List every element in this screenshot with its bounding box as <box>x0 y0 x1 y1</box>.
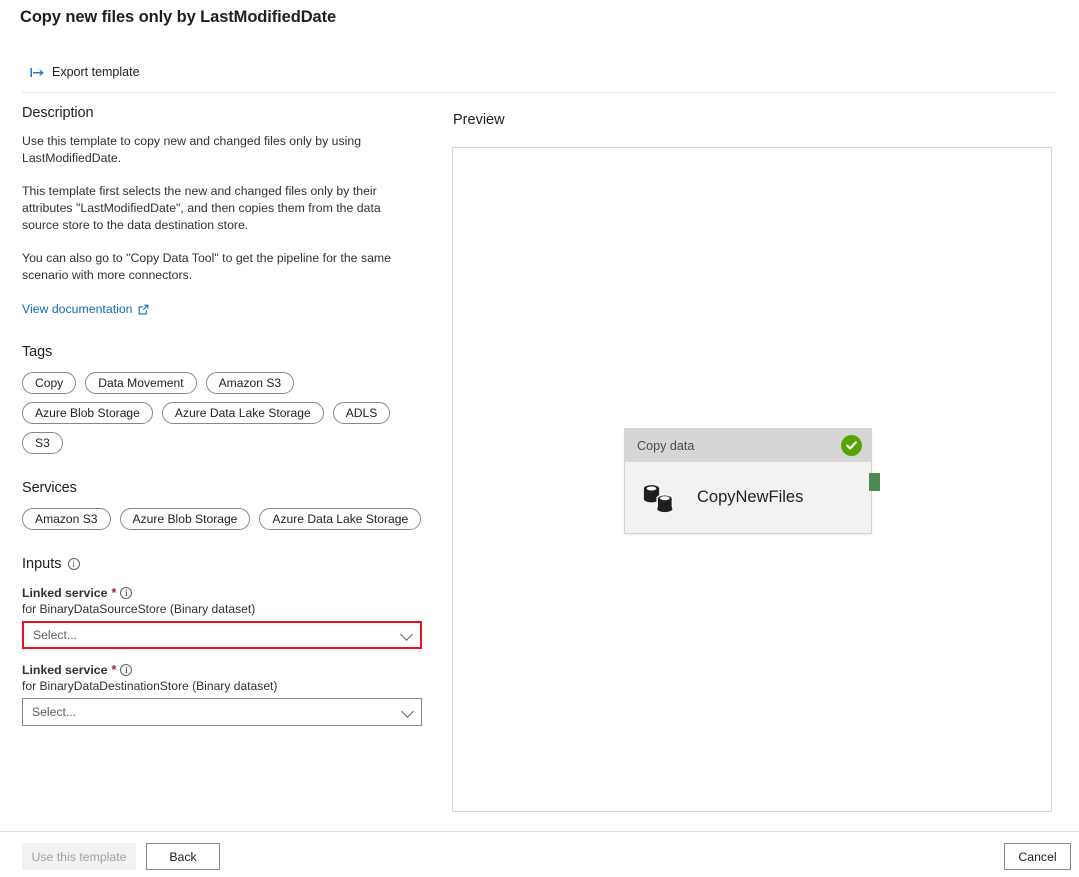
description-paragraph-3: You can also go to "Copy Data Tool" to g… <box>22 250 412 284</box>
check-circle-icon <box>841 435 862 456</box>
description-paragraph-2: This template first selects the new and … <box>22 183 412 234</box>
export-arrow-icon <box>30 66 45 79</box>
inputs-heading-label: Inputs <box>22 556 62 572</box>
tag-pill: Copy <box>22 372 76 394</box>
services-heading: Services <box>22 480 432 496</box>
pipeline-activity-node[interactable]: Copy data <box>624 428 872 534</box>
description-paragraph-1: Use this template to copy new and change… <box>22 133 412 167</box>
service-pill: Azure Data Lake Storage <box>259 508 421 530</box>
page-title: Copy new files only by LastModifiedDate <box>20 8 336 27</box>
back-button[interactable]: Back <box>146 843 220 870</box>
linked-service-destination-field: Linked service * i for BinaryDataDestina… <box>22 663 432 726</box>
tags-list: Copy Data Movement Amazon S3 Azure Blob … <box>22 372 426 454</box>
use-this-template-button: Use this template <box>22 843 136 870</box>
external-link-icon <box>138 304 149 315</box>
linked-service-destination-label: Linked service * i <box>22 663 432 677</box>
service-pill: Azure Blob Storage <box>120 508 251 530</box>
details-panel: Description Use this template to copy ne… <box>22 105 432 740</box>
view-documentation-label: View documentation <box>22 302 133 316</box>
tag-pill: Azure Data Lake Storage <box>162 402 324 424</box>
command-bar: Export template <box>0 56 1079 92</box>
tag-pill: ADLS <box>333 402 391 424</box>
chevron-down-icon <box>400 628 413 641</box>
export-template-label: Export template <box>52 65 140 79</box>
tag-pill: Amazon S3 <box>206 372 295 394</box>
inputs-heading: Inputs i <box>22 556 432 572</box>
linked-service-destination-sublabel: for BinaryDataDestinationStore (Binary d… <box>22 679 432 693</box>
info-icon[interactable]: i <box>120 664 132 676</box>
cancel-button[interactable]: Cancel <box>1004 843 1071 870</box>
info-icon[interactable]: i <box>120 587 132 599</box>
required-marker: * <box>111 586 116 600</box>
linked-service-destination-dropdown[interactable]: Select... <box>22 698 422 726</box>
tag-pill: Data Movement <box>85 372 196 394</box>
linked-service-destination-label-text: Linked service <box>22 663 107 677</box>
linked-service-source-sublabel: for BinaryDataSourceStore (Binary datase… <box>22 602 432 616</box>
activity-output-port[interactable] <box>869 473 880 491</box>
preview-heading: Preview <box>453 112 505 128</box>
description-heading: Description <box>22 105 432 121</box>
required-marker: * <box>111 663 116 677</box>
info-icon[interactable]: i <box>68 558 80 570</box>
chevron-down-icon <box>401 705 414 718</box>
linked-service-source-label-text: Linked service <box>22 586 107 600</box>
copy-data-database-icon <box>642 483 676 513</box>
preview-canvas[interactable]: Copy data <box>452 147 1052 812</box>
services-list: Amazon S3 Azure Blob Storage Azure Data … <box>22 508 426 530</box>
export-template-button[interactable]: Export template <box>24 56 146 88</box>
tag-pill: S3 <box>22 432 63 454</box>
activity-type-label: Copy data <box>637 439 694 453</box>
tag-pill: Azure Blob Storage <box>22 402 153 424</box>
activity-name-label: CopyNewFiles <box>697 488 803 507</box>
linked-service-source-value: Select... <box>33 628 77 642</box>
tags-heading: Tags <box>22 344 432 360</box>
activity-node-body: CopyNewFiles <box>625 462 871 533</box>
linked-service-destination-value: Select... <box>32 705 76 719</box>
service-pill: Amazon S3 <box>22 508 111 530</box>
view-documentation-link[interactable]: View documentation <box>22 302 149 316</box>
linked-service-source-field: Linked service * i for BinaryDataSourceS… <box>22 586 432 649</box>
linked-service-source-dropdown[interactable]: Select... <box>22 621 422 649</box>
header-divider <box>22 92 1056 93</box>
footer-divider <box>0 831 1079 832</box>
activity-node-header: Copy data <box>625 429 871 462</box>
linked-service-source-label: Linked service * i <box>22 586 432 600</box>
